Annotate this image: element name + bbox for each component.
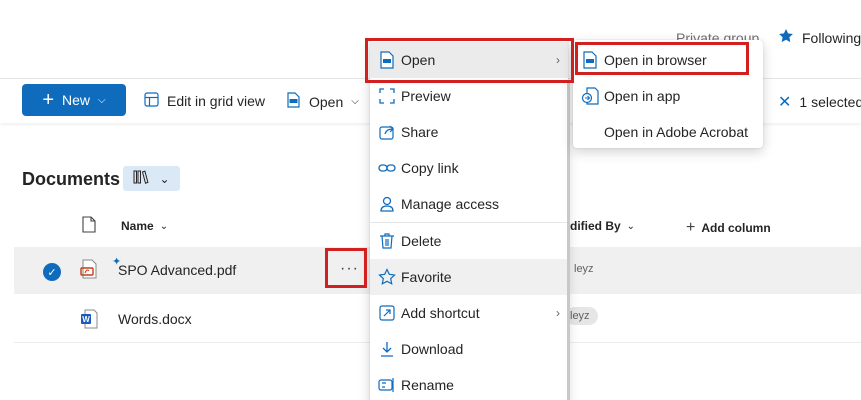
chevron-down-icon: ⌄ bbox=[159, 171, 170, 186]
chevron-right-icon: › bbox=[556, 306, 560, 320]
library-view-icon bbox=[133, 170, 149, 187]
submenu-item-label: Open in Adobe Acrobat bbox=[604, 124, 748, 140]
modified-by-persona[interactable]: leyz bbox=[566, 307, 598, 325]
open-toolbar-button[interactable]: Open ⌵ bbox=[286, 92, 359, 111]
share-icon bbox=[376, 123, 398, 141]
annotation-highlight-more-button bbox=[325, 248, 367, 288]
menu-item-copy-link[interactable]: Copy link bbox=[370, 150, 568, 186]
clear-selection-button[interactable]: ✕ 1 selected bbox=[778, 92, 861, 112]
column-header-modified-by[interactable]: dified By ⌄ bbox=[570, 219, 635, 233]
submenu-item-open-in-adobe-acrobat[interactable]: Open in Adobe Acrobat bbox=[573, 114, 763, 150]
file-name-link[interactable]: Words.docx bbox=[118, 311, 192, 327]
star-filled-icon bbox=[778, 28, 794, 47]
pdf-file-icon bbox=[80, 259, 98, 284]
modified-by-persona[interactable]: leyz bbox=[570, 260, 602, 278]
add-column-button[interactable]: + Add column bbox=[686, 219, 771, 237]
menu-item-download[interactable]: Download bbox=[370, 331, 568, 367]
menu-item-label: Copy link bbox=[401, 160, 459, 176]
link-icon bbox=[376, 159, 398, 177]
menu-item-label: Rename bbox=[401, 377, 454, 393]
shortcut-icon bbox=[376, 304, 398, 322]
menu-item-delete[interactable]: Delete bbox=[370, 223, 568, 259]
chevron-down-icon: ⌵ bbox=[351, 96, 359, 107]
new-label: New bbox=[62, 92, 91, 108]
column-name-label: Name bbox=[121, 219, 154, 233]
chevron-down-icon: ⌄ bbox=[159, 220, 169, 232]
menu-item-share[interactable]: Share bbox=[370, 114, 568, 150]
app-icon bbox=[579, 87, 601, 105]
add-column-label: Add column bbox=[701, 221, 771, 235]
new-button[interactable]: + New ⌵ bbox=[22, 84, 126, 116]
menu-item-add-shortcut[interactable]: Add shortcut › bbox=[370, 295, 568, 331]
selected-count-label: 1 selected bbox=[799, 94, 861, 110]
menu-item-label: Delete bbox=[401, 233, 442, 249]
annotation-highlight-open bbox=[365, 38, 574, 83]
download-icon bbox=[376, 340, 398, 358]
plus-icon: + bbox=[686, 219, 696, 236]
svg-text:W: W bbox=[82, 315, 90, 324]
preview-icon bbox=[376, 87, 398, 105]
close-icon: ✕ bbox=[778, 94, 792, 111]
pdf-icon bbox=[286, 92, 301, 111]
following-button[interactable]: Following bbox=[778, 28, 861, 47]
rename-icon bbox=[376, 376, 398, 394]
file-name-link[interactable]: SPO Advanced.pdf bbox=[118, 262, 236, 278]
menu-item-rename[interactable]: Rename bbox=[370, 367, 568, 400]
menu-item-manage-access[interactable]: Manage access bbox=[370, 186, 568, 222]
word-file-icon: W bbox=[80, 309, 98, 334]
view-switcher-button[interactable]: ⌄ bbox=[123, 166, 180, 191]
following-label: Following bbox=[802, 29, 861, 46]
blank-icon bbox=[579, 123, 601, 141]
chevron-down-icon: ⌄ bbox=[626, 220, 636, 232]
menu-item-label: Favorite bbox=[401, 269, 452, 285]
person-icon bbox=[376, 195, 398, 213]
menu-scrollbar[interactable] bbox=[567, 80, 570, 400]
menu-item-label: Share bbox=[401, 124, 439, 140]
chevron-down-icon: ⌵ bbox=[98, 94, 106, 106]
menu-item-label: Download bbox=[401, 341, 464, 357]
menu-item-label: Add shortcut bbox=[401, 305, 480, 321]
checkmark-icon[interactable]: ✓ bbox=[43, 263, 61, 281]
edit-grid-view-button[interactable]: Edit in grid view bbox=[144, 92, 265, 110]
page-title: Documents bbox=[22, 169, 121, 189]
trash-icon bbox=[376, 232, 398, 250]
menu-item-preview[interactable]: Preview bbox=[370, 78, 568, 114]
edit-grid-view-label: Edit in grid view bbox=[167, 93, 266, 109]
submenu-item-open-in-app[interactable]: Open in app bbox=[573, 78, 763, 114]
plus-icon: + bbox=[42, 89, 55, 111]
open-toolbar-label: Open bbox=[309, 93, 344, 110]
menu-item-label: Preview bbox=[401, 88, 451, 104]
menu-item-favorite[interactable]: Favorite bbox=[370, 259, 568, 295]
column-header-name[interactable]: Name ⌄ bbox=[121, 219, 168, 233]
star-icon bbox=[376, 268, 398, 286]
annotation-highlight-open-in-browser bbox=[575, 42, 749, 75]
column-modified-by-label: dified By bbox=[570, 219, 621, 233]
file-type-column-icon[interactable] bbox=[82, 216, 96, 233]
menu-item-label: Manage access bbox=[401, 196, 500, 212]
grid-icon bbox=[144, 92, 159, 110]
submenu-item-label: Open in app bbox=[604, 88, 681, 104]
